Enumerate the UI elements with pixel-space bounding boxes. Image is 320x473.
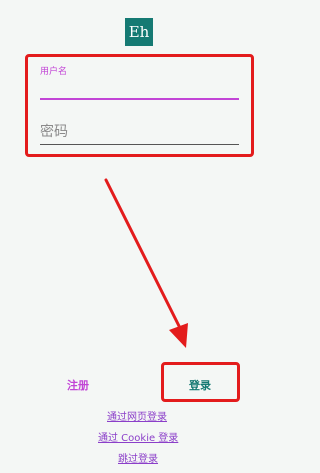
web-login-link[interactable]: 通过网页登录 [107,408,167,423]
annotation-arrow [104,178,188,348]
cookie-login-link[interactable]: 通过 Cookie 登录 [98,429,178,444]
register-button[interactable]: 注册 [67,377,89,393]
skip-login-link[interactable]: 跳过登录 [118,450,158,465]
annotation-arrow-shaft [104,178,181,328]
login-button[interactable]: 登录 [189,377,211,393]
annotation-arrow-head [169,323,188,348]
